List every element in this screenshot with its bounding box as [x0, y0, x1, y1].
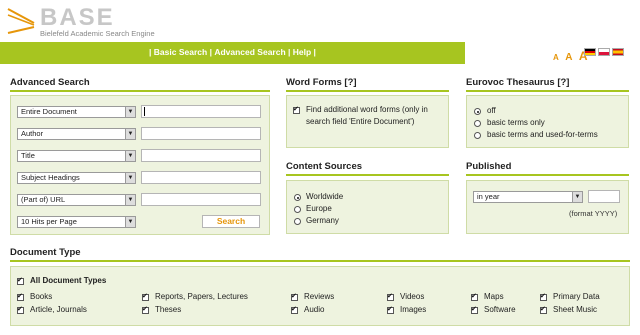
eurovoc-basic-radio[interactable]: [474, 120, 481, 127]
primary-data-checkbox[interactable]: [540, 292, 547, 301]
nav-basic-search[interactable]: Basic Search: [154, 47, 207, 57]
articles-checkbox[interactable]: [17, 305, 24, 314]
chevron-down-icon: ▼: [125, 129, 135, 139]
published-title: Published: [466, 161, 512, 172]
chevron-down-icon: ▼: [125, 217, 135, 227]
audio-label: Audio: [304, 305, 325, 314]
reviews-label: Reviews: [304, 292, 335, 301]
language-flags: [584, 48, 624, 56]
theses-checkbox[interactable]: [142, 305, 149, 314]
main-navigation: | Basic Search | Advanced Search | Help …: [149, 47, 316, 57]
chevron-down-icon: ▼: [572, 192, 582, 202]
source-worldwide-label: Worldwide: [306, 192, 344, 201]
sheet-music-label: Sheet Music: [553, 305, 598, 314]
logo-text[interactable]: BASE: [40, 4, 115, 32]
field-select-2[interactable]: Author ▼: [17, 128, 136, 140]
all-doc-types-label: All Document Types: [30, 276, 107, 285]
published-select[interactable]: in year ▼: [473, 191, 583, 203]
reports-checkbox[interactable]: [142, 292, 149, 301]
eurovoc-used-for-label: basic terms and used-for-terms: [487, 130, 598, 139]
source-germany-label: Germany: [306, 216, 339, 225]
sheet-music-checkbox[interactable]: [540, 305, 547, 314]
document-type-title: Document Type: [10, 247, 81, 258]
search-input-2[interactable]: [141, 127, 261, 140]
year-format-note: (format YYYY): [569, 209, 618, 218]
source-germany-radio[interactable]: [294, 218, 301, 225]
theses-label: Theses: [155, 305, 182, 314]
books-label: Books: [30, 292, 53, 301]
spanish-flag-icon[interactable]: [612, 48, 624, 56]
word-forms-label-1: Find additional word forms (only in: [306, 105, 428, 114]
year-input[interactable]: [588, 190, 620, 203]
software-checkbox[interactable]: [471, 305, 478, 314]
source-worldwide-radio[interactable]: [294, 194, 301, 201]
chevron-down-icon: ▼: [125, 195, 135, 205]
hits-per-page-select[interactable]: 10 Hits per Page ▼: [17, 216, 136, 228]
eurovoc-title[interactable]: Eurovoc Thesaurus [?]: [466, 77, 569, 88]
search-button[interactable]: Search: [202, 215, 260, 228]
eurovoc-used-for-radio[interactable]: [474, 132, 481, 139]
field-select-4[interactable]: Subject Headings ▼: [17, 172, 136, 184]
search-input-4[interactable]: [141, 171, 261, 184]
chevron-down-icon: ▼: [125, 173, 135, 183]
eurovoc-off-radio[interactable]: [474, 108, 481, 115]
search-input-3[interactable]: [141, 149, 261, 162]
eurovoc-off-label: off: [487, 106, 496, 115]
images-label: Images: [400, 305, 427, 314]
content-sources-title: Content Sources: [286, 161, 363, 172]
source-europe-radio[interactable]: [294, 206, 301, 213]
chevron-down-icon: ▼: [125, 107, 135, 117]
books-checkbox[interactable]: [17, 292, 24, 301]
logo-subtitle: Bielefeld Academic Search Engine: [40, 29, 155, 38]
nav-advanced-search[interactable]: Advanced Search: [214, 47, 285, 57]
word-forms-checkbox[interactable]: [293, 105, 300, 114]
search-input-5[interactable]: [141, 193, 261, 206]
eurovoc-basic-label: basic terms only: [487, 118, 545, 127]
videos-checkbox[interactable]: [387, 292, 394, 301]
nav-underline: [0, 62, 465, 64]
videos-label: Videos: [400, 292, 425, 301]
software-label: Software: [484, 305, 516, 314]
chevron-down-icon: ▼: [125, 151, 135, 161]
audio-checkbox[interactable]: [291, 305, 298, 314]
reports-label: Reports, Papers, Lectures: [155, 292, 248, 301]
published-panel: [466, 180, 629, 234]
source-europe-label: Europe: [306, 204, 332, 213]
german-flag-icon[interactable]: [584, 48, 596, 56]
maps-checkbox[interactable]: [471, 292, 478, 301]
field-select-3[interactable]: Title ▼: [17, 150, 136, 162]
primary-data-label: Primary Data: [553, 292, 600, 301]
field-select-1[interactable]: Entire Document ▼: [17, 106, 136, 118]
font-small-button[interactable]: A: [553, 53, 559, 62]
images-checkbox[interactable]: [387, 305, 394, 314]
polish-flag-icon[interactable]: [598, 48, 610, 56]
maps-label: Maps: [484, 292, 504, 301]
word-forms-label-2: search field 'Entire Document'): [306, 117, 415, 126]
nav-help[interactable]: Help: [293, 47, 311, 57]
word-forms-title[interactable]: Word Forms [?]: [286, 77, 357, 88]
articles-label: Article, Journals: [30, 305, 87, 314]
advanced-search-title: Advanced Search: [10, 77, 90, 88]
field-select-5[interactable]: (Part of) URL ▼: [17, 194, 136, 206]
font-medium-button[interactable]: A: [565, 52, 572, 63]
search-input-1[interactable]: [141, 105, 261, 118]
reviews-checkbox[interactable]: [291, 292, 298, 301]
all-doc-types-checkbox[interactable]: [17, 276, 24, 285]
